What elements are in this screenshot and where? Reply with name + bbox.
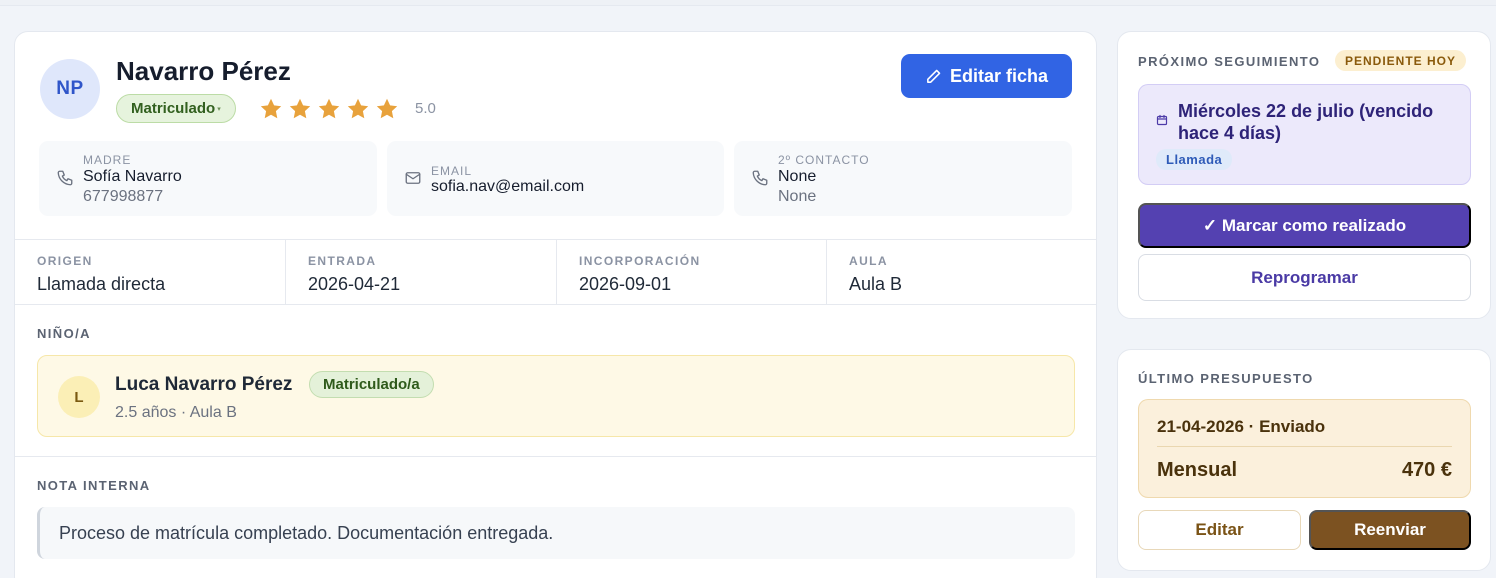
top-bar xyxy=(0,0,1496,6)
status-badge: PENDIENTE HOY xyxy=(1335,50,1467,71)
divider xyxy=(15,304,1096,305)
info-origin: ORIGEN Llamada directa xyxy=(15,240,286,304)
edit-record-label: Editar ficha xyxy=(949,65,1049,86)
contact-name: None xyxy=(778,168,817,185)
info-label: INCORPORACIÓN xyxy=(579,254,701,268)
budget-header: 21-04-2026 · Enviado xyxy=(1157,417,1326,436)
email-value[interactable]: sofia.nav@email.com xyxy=(431,178,584,196)
budget-title: ÚLTIMO PRESUPUESTO xyxy=(1138,371,1314,386)
rating-value: 5.0 xyxy=(415,100,436,117)
followup-title: PRÓXIMO SEGUIMIENTO xyxy=(1138,54,1321,69)
child-card[interactable]: L Luca Navarro Pérez Matriculado/a 2.5 a… xyxy=(37,355,1075,437)
followup-date: Miércoles 22 de julio (vencido hace 4 dí… xyxy=(1178,101,1434,143)
internal-note: Proceso de matrícula completado. Documen… xyxy=(37,507,1075,559)
budget-period: Mensual xyxy=(1157,459,1238,481)
contact-mother: MADRE Sofía Navarro 677998877 xyxy=(39,141,377,216)
mail-icon xyxy=(405,172,421,184)
followup-card: PRÓXIMO SEGUIMIENTO PENDIENTE HOY Miérco… xyxy=(1117,31,1491,319)
contact-phone: None xyxy=(778,188,817,205)
phone-icon xyxy=(57,170,73,186)
info-label: ENTRADA xyxy=(308,254,377,268)
child-name: Luca Navarro Pérez xyxy=(115,374,293,395)
pencil-icon xyxy=(927,69,941,83)
divider xyxy=(1157,446,1452,447)
child-avatar: L xyxy=(58,376,100,418)
contact-label: MADRE xyxy=(83,153,132,167)
child-status-badge: Matriculado/a xyxy=(309,371,434,398)
info-label: ORIGEN xyxy=(37,254,93,268)
status-label: Matriculado xyxy=(131,100,216,117)
phone-icon xyxy=(752,170,768,186)
star-icon[interactable] xyxy=(317,97,341,121)
contact-phone[interactable]: 677998877 xyxy=(83,188,163,206)
edit-record-button[interactable]: Editar ficha xyxy=(901,54,1072,98)
followup-box: Miércoles 22 de julio (vencido hace 4 dí… xyxy=(1138,84,1471,185)
contact-label: 2º CONTACTO xyxy=(778,153,870,167)
budget-card: ÚLTIMO PRESUPUESTO 21-04-2026 · Enviado … xyxy=(1117,349,1491,571)
rating-stars[interactable]: 5.0 xyxy=(259,94,436,123)
info-value: Llamada directa xyxy=(37,274,166,294)
mark-done-button[interactable]: ✓ Marcar como realizado xyxy=(1138,203,1471,248)
caret-icon: ▾ xyxy=(217,105,221,113)
budget-box: 21-04-2026 · Enviado Mensual 470 € xyxy=(1138,399,1471,498)
calendar-icon xyxy=(1156,114,1168,126)
info-entry: ENTRADA 2026-04-21 xyxy=(286,240,557,304)
divider xyxy=(15,456,1096,457)
resend-budget-button[interactable]: Reenviar xyxy=(1309,510,1471,550)
info-label: AULA xyxy=(849,254,888,268)
avatar: NP xyxy=(40,59,100,119)
reschedule-button[interactable]: Reprogramar xyxy=(1138,254,1471,301)
budget-amount: 470 € xyxy=(1401,459,1452,481)
note-section-title: NOTA INTERNA xyxy=(37,478,151,493)
contact-label: EMAIL xyxy=(431,164,473,178)
info-start: INCORPORACIÓN 2026-09-01 xyxy=(557,240,827,304)
status-dropdown[interactable]: Matriculado ▾ xyxy=(116,94,236,123)
info-value: 2026-04-21 xyxy=(308,274,401,294)
contact-name: Sofía Navarro xyxy=(83,168,182,185)
followup-type-badge: Llamada xyxy=(1156,149,1233,170)
star-icon[interactable] xyxy=(375,97,399,121)
page-title: Navarro Pérez xyxy=(116,56,291,86)
child-section-title: NIÑO/A xyxy=(37,326,91,341)
star-icon[interactable] xyxy=(288,97,312,121)
contact-email: EMAIL sofia.nav@email.com xyxy=(387,141,724,216)
lead-detail-card: NP Navarro Pérez Matriculado ▾ 5.0 Editar… xyxy=(14,31,1097,578)
info-classroom: AULA Aula B xyxy=(827,240,1096,304)
edit-budget-button[interactable]: Editar xyxy=(1138,510,1301,550)
child-details: 2.5 años · Aula B xyxy=(115,404,237,421)
info-value: 2026-09-01 xyxy=(579,274,672,294)
info-value: Aula B xyxy=(849,274,903,294)
star-icon[interactable] xyxy=(259,97,283,121)
star-icon[interactable] xyxy=(346,97,370,121)
contact-secondary: 2º CONTACTO None None xyxy=(734,141,1072,216)
